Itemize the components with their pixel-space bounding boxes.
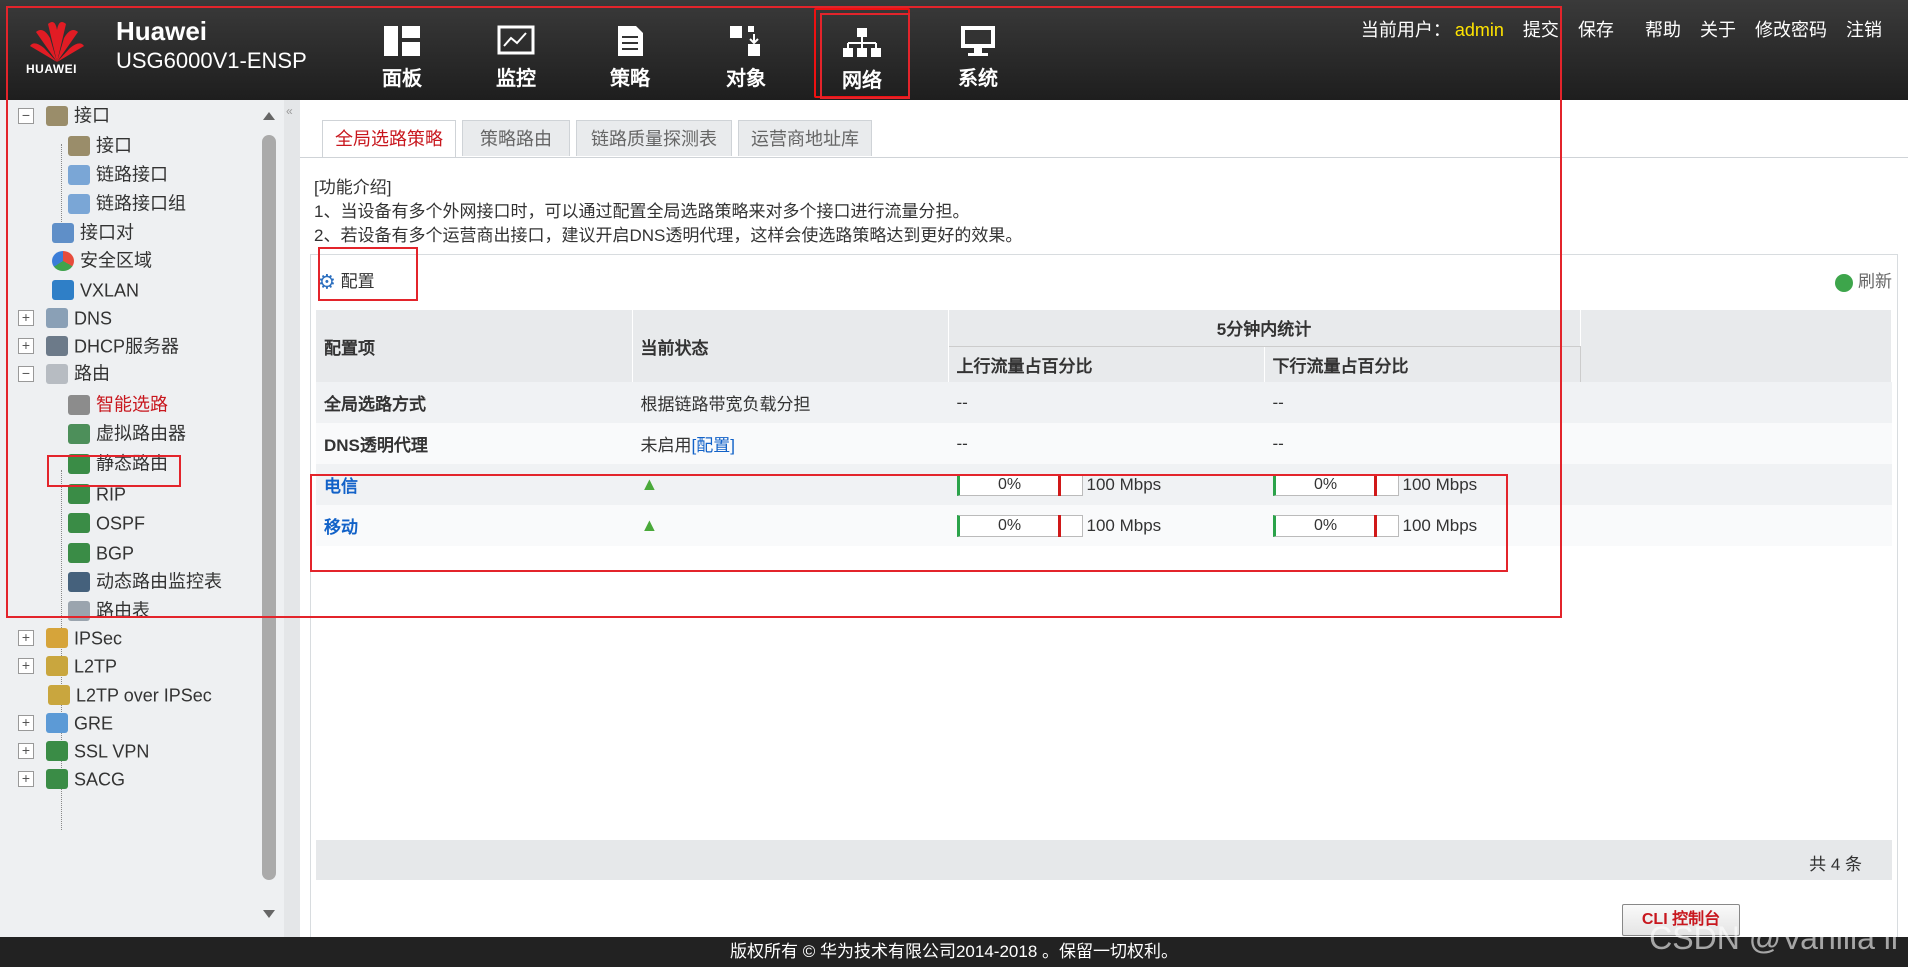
sidebar-item-label: L2TP over IPSec [76,685,212,706]
expand-toggle[interactable]: + [18,715,34,732]
save-link[interactable]: 保存 [1578,20,1614,40]
sidebar-item-ipsec[interactable]: + IPSec [18,622,122,652]
sidebar-item-label: GRE [74,713,114,734]
logout-link[interactable]: 注销 [1846,20,1882,40]
sidebar-item-gre[interactable]: + GRE [18,707,113,737]
annotation-box [318,247,418,301]
copyright-bar: 版权所有 © 华为技术有限公司2014-2018 。保留一切权利。 [0,937,1908,967]
sidebar-item-ssl-vpn[interactable]: + SSL VPN [18,735,149,765]
cell-empty [1580,464,1892,505]
ipsec-icon [46,628,68,649]
sidebar-item-l2tp-over-ipsec[interactable]: L2TP over IPSec [48,679,212,709]
sidebar-item-sacg[interactable]: + SACG [18,763,125,793]
sidebar-item-label: IPSec [74,628,123,649]
help-link[interactable]: 帮助 [1645,20,1681,40]
cell-empty [1580,382,1892,423]
sidebar-item-label: L2TP [74,656,118,677]
sidebar-item-label: SACG [74,769,126,790]
expand-toggle[interactable]: + [18,743,34,760]
cell-empty [1580,423,1892,464]
expand-toggle[interactable]: + [18,630,34,647]
sidebar-item-l2tp[interactable]: + L2TP [18,650,117,680]
expand-toggle[interactable]: + [18,658,34,675]
refresh-label: 刷新 [1858,272,1892,291]
l2tp-ipsec-icon [48,685,70,706]
refresh-button[interactable]: 刷新 [1835,267,1892,297]
watermark: CSDN @Vanilla li [1649,920,1898,956]
sidebar-item-label: SSL VPN [74,741,150,762]
table-footer [316,840,1892,880]
about-link[interactable]: 关于 [1700,20,1736,40]
col-header-spacer [1579,310,1892,382]
record-count: 共 4 条 [1809,855,1862,874]
ssl-vpn-icon [46,741,68,762]
refresh-icon [1835,273,1854,292]
sacg-icon [46,769,68,790]
l2tp-icon [46,656,68,677]
gre-icon [46,713,68,734]
change-password-link[interactable]: 修改密码 [1755,20,1827,40]
annotation-box [310,474,1508,572]
expand-toggle[interactable]: + [18,771,34,788]
annotation-box [820,13,910,99]
cell-empty [1580,505,1892,546]
